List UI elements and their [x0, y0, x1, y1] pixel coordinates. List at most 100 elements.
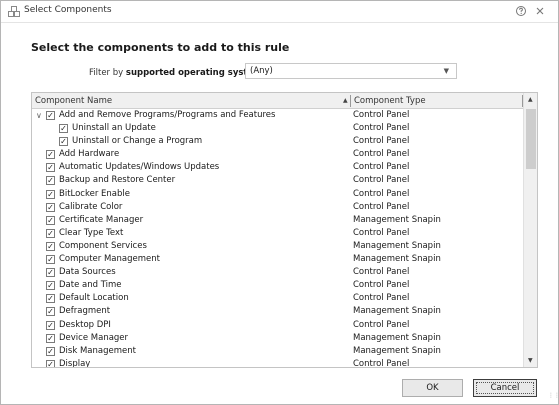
component-name-cell: BitLocker Enable: [59, 188, 130, 199]
table-row[interactable]: Automatic Updates/Windows Updates Control…: [32, 162, 523, 175]
component-type-cell: Management Snapin: [353, 240, 441, 251]
table-row[interactable]: Calibrate Color Control Panel: [32, 202, 523, 215]
grid-header: Component Name ▲ Component Type: [32, 93, 523, 109]
component-type-cell: Control Panel: [353, 188, 410, 199]
row-checkbox[interactable]: [59, 137, 68, 147]
component-name-cell: Default Location: [59, 293, 129, 304]
table-row[interactable]: Uninstall an Update Control Panel: [32, 123, 523, 136]
row-checkbox[interactable]: [59, 124, 68, 134]
component-name-cell: Clear Type Text: [59, 227, 124, 238]
component-type-cell: Control Panel: [353, 319, 410, 330]
component-type-cell: Management Snapin: [353, 306, 441, 317]
close-icon[interactable]: [534, 5, 546, 17]
column-header-component-type[interactable]: Component Type: [354, 96, 426, 106]
table-row[interactable]: Data Sources Control Panel: [32, 267, 523, 280]
chevron-down-icon[interactable]: ▼: [444, 67, 449, 75]
component-type-cell: Control Panel: [353, 201, 410, 212]
table-row[interactable]: Certificate Manager Management Snapin: [32, 215, 523, 228]
row-checkbox[interactable]: [46, 281, 55, 291]
table-row[interactable]: Uninstall or Change a Program Control Pan…: [32, 136, 523, 149]
row-checkbox[interactable]: [46, 241, 55, 251]
component-type-cell: Control Panel: [353, 162, 410, 173]
sort-ascending-icon: ▲: [343, 97, 348, 104]
table-row[interactable]: Defragment Management Snapin: [32, 306, 523, 319]
filter-label-prefix: Filter by: [89, 68, 124, 78]
component-type-cell: Management Snapin: [353, 345, 441, 356]
component-name-cell: Backup and Restore Center: [59, 175, 176, 186]
table-row[interactable]: Computer Management Management Snapin: [32, 254, 523, 267]
page-title: Select the components to add to this rul…: [31, 41, 290, 54]
component-type-cell: Control Panel: [353, 358, 410, 368]
ok-button[interactable]: OK: [402, 379, 463, 397]
component-name-cell: Disk Management: [59, 345, 136, 356]
row-checkbox[interactable]: [46, 202, 55, 212]
row-checkbox[interactable]: [46, 307, 55, 317]
column-header-component-name[interactable]: Component Name: [35, 96, 112, 106]
help-icon[interactable]: [515, 5, 527, 17]
chevron-down-icon[interactable]: ∨: [36, 111, 42, 120]
component-name-cell: Display: [59, 358, 91, 368]
filter-label: Filter by supported operating systems: [89, 68, 267, 78]
component-name-cell: Add and Remove Programs/Programs and Fea…: [59, 110, 276, 120]
component-type-cell: Control Panel: [353, 123, 410, 134]
row-checkbox[interactable]: [46, 176, 55, 186]
component-name-cell: Component Services: [59, 240, 147, 251]
scroll-down-icon[interactable]: ▼: [528, 357, 533, 364]
component-name-cell: Uninstall an Update: [72, 123, 156, 134]
table-row[interactable]: Add Hardware Control Panel: [32, 149, 523, 162]
component-type-cell: Management Snapin: [353, 214, 441, 225]
row-checkbox[interactable]: [46, 320, 55, 330]
table-row[interactable]: Device Manager Management Snapin: [32, 333, 523, 346]
window-title: Select Components: [24, 5, 112, 15]
table-row[interactable]: Clear Type Text Control Panel: [32, 228, 523, 241]
component-type-cell: Management Snapin: [353, 254, 441, 265]
table-row[interactable]: Default Location Control Panel: [32, 293, 523, 306]
component-name-cell: Date and Time: [59, 280, 122, 291]
row-checkbox[interactable]: [46, 150, 55, 160]
grid-rows: ∨ Add and Remove Programs/Programs and Fe…: [32, 110, 523, 368]
resize-grip-icon[interactable]: ⋮⋮: [548, 393, 559, 402]
row-checkbox[interactable]: [46, 359, 55, 367]
component-name-cell: Device Manager: [59, 332, 129, 343]
row-checkbox[interactable]: [46, 228, 55, 238]
row-checkbox[interactable]: [46, 163, 55, 173]
table-row[interactable]: BitLocker Enable Control Panel: [32, 189, 523, 202]
component-name-cell: Uninstall or Change a Program: [72, 136, 203, 147]
component-type-cell: Control Panel: [353, 227, 410, 238]
table-row[interactable]: Disk Management Management Snapin: [32, 346, 523, 359]
table-row[interactable]: Desktop DPI Control Panel: [32, 320, 523, 333]
component-type-cell: Control Panel: [353, 149, 410, 160]
title-bar: Select Components: [1, 1, 558, 23]
component-type-cell: Management Snapin: [353, 332, 441, 343]
row-checkbox[interactable]: [46, 255, 55, 265]
component-type-cell: Control Panel: [353, 280, 410, 291]
row-checkbox[interactable]: [46, 333, 55, 343]
vertical-scrollbar[interactable]: ▲ ▼: [523, 93, 537, 367]
row-checkbox[interactable]: [46, 346, 55, 356]
cancel-button[interactable]: Cancel: [473, 379, 537, 397]
table-row[interactable]: ∨ Add and Remove Programs/Programs and Fe…: [32, 110, 523, 123]
component-name-cell: Calibrate Color: [59, 201, 123, 212]
row-checkbox[interactable]: [46, 189, 55, 199]
table-row[interactable]: Display Control Panel: [32, 358, 523, 368]
column-divider[interactable]: [350, 95, 351, 107]
component-type-cell: Control Panel: [353, 175, 410, 186]
component-type-cell: Control Panel: [353, 293, 410, 304]
scrollbar-thumb[interactable]: [526, 109, 536, 169]
component-name-cell: Certificate Manager: [59, 214, 144, 225]
table-row[interactable]: Component Services Management Snapin: [32, 241, 523, 254]
row-checkbox[interactable]: [46, 111, 55, 120]
component-type-cell: Control Panel: [353, 136, 410, 147]
row-checkbox[interactable]: [46, 215, 55, 225]
row-checkbox[interactable]: [46, 268, 55, 278]
component-name-cell: Defragment: [59, 306, 111, 317]
scroll-up-icon[interactable]: ▲: [528, 96, 533, 103]
row-checkbox[interactable]: [46, 294, 55, 304]
os-filter-dropdown[interactable]: (Any) ▼: [245, 63, 457, 79]
table-row[interactable]: Date and Time Control Panel: [32, 280, 523, 293]
components-grid: Component Name ▲ Component Type ∨ Add and…: [31, 92, 538, 368]
component-type-cell: Control Panel: [353, 110, 410, 120]
component-name-cell: Computer Management: [59, 254, 160, 265]
table-row[interactable]: Backup and Restore Center Control Panel: [32, 175, 523, 188]
components-icon: [8, 6, 20, 17]
